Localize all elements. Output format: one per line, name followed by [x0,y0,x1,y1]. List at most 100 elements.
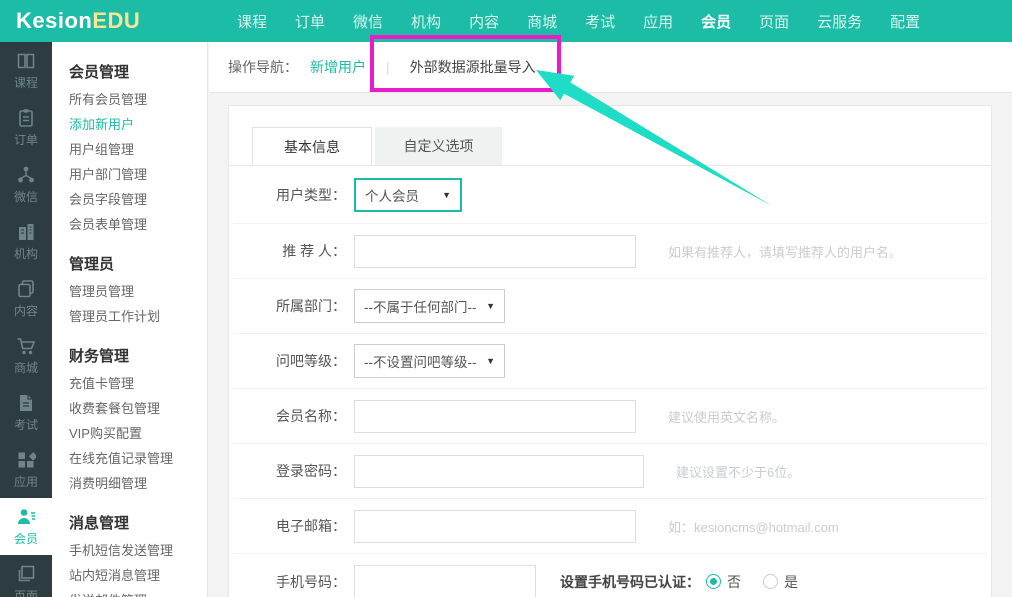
form-row-password: 登录密码： 建议设置不少于6位。 [233,444,987,499]
chevron-down-icon: ▼ [486,301,495,311]
menu-item-member-fields[interactable]: 会员字段管理 [69,187,207,212]
form-row-department: 所属部门： --不属于任何部门-- ▼ [233,279,987,334]
menu-section-messages: 消息管理 手机短信发送管理 站内短消息管理 发送邮件管理 [69,509,207,597]
sidebar-item-label: 订单 [14,131,38,148]
sidebar-item-label: 微信 [14,188,38,205]
sidebar-item-label: 内容 [14,302,38,319]
brand-logo: KesionEDU [16,8,140,34]
sidebar-item-mall[interactable]: 商城 [0,327,52,384]
menu-item-admin-manage[interactable]: 管理员管理 [69,279,207,304]
top-nav-members[interactable]: 会员 [701,11,731,32]
chevron-down-icon: ▼ [442,190,451,200]
radio-yes[interactable]: 是 [763,572,798,592]
secondary-sidebar: 会员管理 所有会员管理 添加新用户 用户组管理 用户部门管理 会员字段管理 会员… [52,42,208,597]
breadcrumb-label: 操作导航： [228,57,298,77]
brand-part1: Kesion [16,8,92,33]
field-label: 推 荐 人： [233,241,346,261]
field-label: 电子邮箱： [233,516,346,536]
tab-basic-info[interactable]: 基本信息 [252,127,372,165]
user-type-select[interactable]: 个人会员 ▼ [354,178,462,212]
department-select[interactable]: --不属于任何部门-- ▼ [354,289,505,323]
form-row-qa-level: 问吧等级： --不设置问吧等级-- ▼ [233,334,987,389]
qa-level-select[interactable]: --不设置问吧等级-- ▼ [354,344,505,378]
sidebar-item-pages[interactable]: 页面 [0,555,52,597]
menu-item-user-groups[interactable]: 用户组管理 [69,137,207,162]
breadcrumb-link-add-user[interactable]: 新增用户 [310,57,366,77]
sidebar-item-label: 页面 [14,587,38,597]
select-value: 个人会员 [365,185,419,205]
menu-item-sms-send[interactable]: 手机短信发送管理 [69,538,207,563]
sidebar-item-apps[interactable]: 应用 [0,441,52,498]
sidebar-item-exam[interactable]: 考试 [0,384,52,441]
sidebar-item-label: 应用 [14,473,38,490]
menu-item-vip-config[interactable]: VIP购买配置 [69,421,207,446]
menu-item-add-user[interactable]: 添加新用户 [69,112,207,137]
member-name-input[interactable] [354,400,636,433]
top-nav-content[interactable]: 内容 [469,11,499,32]
form-panel: 基本信息 自定义选项 用户类型： 个人会员 ▼ 推 荐 人： 如果有推荐人，请填… [228,105,992,597]
member-name-hint: 建议使用英文名称。 [668,407,785,426]
password-input[interactable] [354,455,644,488]
top-nav-apps[interactable]: 应用 [643,11,673,32]
document-icon [16,393,36,413]
email-input[interactable] [354,510,636,543]
radio-label: 是 [784,572,798,592]
phone-input[interactable] [354,565,536,597]
menu-item-consumption-details[interactable]: 消费明细管理 [69,471,207,496]
menu-item-site-messages[interactable]: 站内短消息管理 [69,563,207,588]
menu-section-title: 管理员 [69,250,207,279]
top-nav-wechat[interactable]: 微信 [353,11,383,32]
breadcrumb-link-external-import[interactable]: 外部数据源批量导入 [410,57,536,77]
menu-item-fee-packages[interactable]: 收费套餐包管理 [69,396,207,421]
menu-section-title: 消息管理 [69,509,207,538]
top-nav-config[interactable]: 配置 [890,11,920,32]
cart-icon [16,336,36,356]
top-nav-pages[interactable]: 页面 [759,11,789,32]
phone-verified-radios: 否 是 [706,572,820,592]
menu-section-admin: 管理员 管理员管理 管理员工作计划 [69,250,207,329]
field-label: 用户类型： [233,185,346,205]
field-label: 问吧等级： [233,351,346,371]
field-label: 手机号码： [233,572,346,592]
sidebar-item-wechat[interactable]: 微信 [0,156,52,213]
field-label: 登录密码： [233,461,346,481]
sidebar-item-label: 考试 [14,416,38,433]
menu-section-title: 财务管理 [69,342,207,371]
top-nav-exam[interactable]: 考试 [585,11,615,32]
sidebar-item-content[interactable]: 内容 [0,270,52,327]
email-hint: 如：kesioncms@hotmail.com [668,517,839,536]
menu-item-online-recharge-records[interactable]: 在线充值记录管理 [69,446,207,471]
layers-icon [16,564,36,584]
top-nav-organization[interactable]: 机构 [411,11,441,32]
sidebar-item-label: 会员 [14,530,38,547]
breadcrumb-separator: | [386,59,390,75]
top-nav-orders[interactable]: 订单 [295,11,325,32]
user-icon [16,507,36,527]
menu-item-all-members[interactable]: 所有会员管理 [69,87,207,112]
top-nav-cloud[interactable]: 云服务 [817,11,862,32]
referrer-input[interactable] [354,235,636,268]
menu-item-admin-workplan[interactable]: 管理员工作计划 [69,304,207,329]
tab-custom-options[interactable]: 自定义选项 [375,127,502,165]
radio-unselected-icon [763,574,778,589]
sidebar-item-courses[interactable]: 课程 [0,42,52,99]
sidebar-item-organization[interactable]: 机构 [0,213,52,270]
add-user-form: 用户类型： 个人会员 ▼ 推 荐 人： 如果有推荐人，请填写推荐人的用户名。 所… [229,166,991,597]
radio-label: 否 [727,572,741,592]
menu-item-user-departments[interactable]: 用户部门管理 [69,162,207,187]
clipboard-icon [16,108,36,128]
apps-icon [16,450,36,470]
top-nav-menu: 课程 订单 微信 机构 内容 商城 考试 应用 会员 页面 云服务 配置 [237,0,920,42]
top-nav-courses[interactable]: 课程 [237,11,267,32]
form-row-user-type: 用户类型： 个人会员 ▼ [233,166,987,224]
menu-item-email-send[interactable]: 发送邮件管理 [69,588,207,597]
radio-no[interactable]: 否 [706,572,741,592]
menu-section-title: 会员管理 [69,58,207,87]
share-icon [16,165,36,185]
top-nav-mall[interactable]: 商城 [527,11,557,32]
sidebar-item-orders[interactable]: 订单 [0,99,52,156]
building-icon [16,222,36,242]
menu-item-recharge-cards[interactable]: 充值卡管理 [69,371,207,396]
sidebar-item-members[interactable]: 会员 [0,498,52,555]
menu-item-member-forms[interactable]: 会员表单管理 [69,212,207,237]
